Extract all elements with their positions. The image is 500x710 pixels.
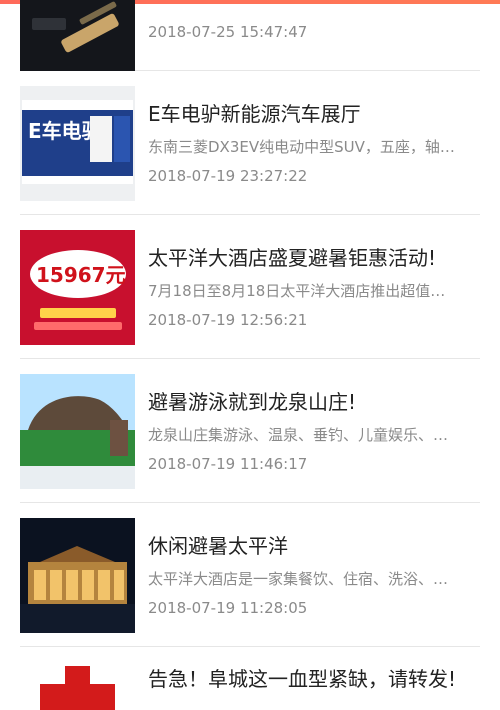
article-title: E车电驴新能源汽车展厅 [148,102,361,126]
list-item[interactable]: 告急！阜城这一血型紧缺，请转发! [20,647,480,710]
list-item[interactable]: E车电驴 E车电驴新能源汽车展厅 东南三菱DX3EV纯电动中型SUV，五座，轴…… [20,71,480,215]
list-item[interactable]: 休闲避暑太平洋 太平洋大酒店是一家集餐饮、住宿、洗浴、… 2018-07-19 … [20,503,480,647]
article-thumbnail: 15967元 [20,230,135,345]
article-thumbnail [20,662,135,710]
article-thumbnail [20,0,135,71]
article-summary: 龙泉山庄集游泳、温泉、垂钓、儿童娱乐、… [148,426,449,444]
article-summary: 东南三菱DX3EV纯电动中型SUV，五座，轴… [148,138,455,156]
red-cross-icon [40,666,115,710]
article-date: 2018-07-19 11:46:17 [148,455,308,473]
article-title: 告急！阜城这一血型紧缺，请转发! [148,667,457,691]
list-item[interactable]: 2018-07-25 15:47:47 [20,0,480,71]
article-title: 休闲避暑太平洋 [148,534,288,558]
article-title: 太平洋大酒店盛夏避暑钜惠活动! [148,246,437,270]
article-date: 2018-07-19 12:56:21 [148,311,308,329]
list-item[interactable]: 避暑游泳就到龙泉山庄! 龙泉山庄集游泳、温泉、垂钓、儿童娱乐、… 2018-07… [20,359,480,503]
svg-text:15967元: 15967元 [36,263,126,287]
article-date: 2018-07-25 15:47:47 [148,23,308,41]
article-date: 2018-07-19 11:28:05 [148,599,308,617]
article-thumbnail [20,374,135,489]
article-summary: 7月18日至8月18日太平洋大酒店推出超值… [148,282,446,300]
article-thumbnail [20,518,135,633]
article-date: 2018-07-19 23:27:22 [148,167,308,185]
list-item[interactable]: 15967元 太平洋大酒店盛夏避暑钜惠活动! 7月18日至8月18日太平洋大酒店… [20,215,480,359]
article-summary: 太平洋大酒店是一家集餐饮、住宿、洗浴、… [148,570,449,588]
article-title: 避暑游泳就到龙泉山庄! [148,390,357,414]
article-thumbnail: E车电驴 [20,86,135,201]
article-list: 2018-07-25 15:47:47 E车电驴 E车电驴新能源汽车展厅 东南三… [0,0,500,710]
